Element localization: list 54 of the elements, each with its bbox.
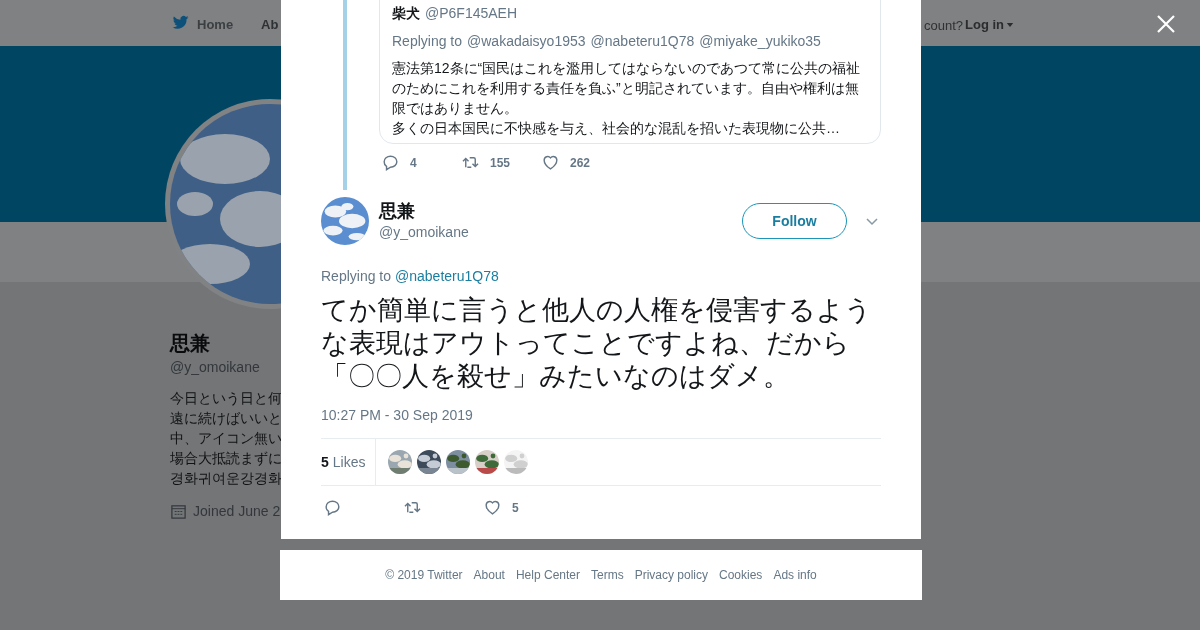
profile-handle: @y_omoikane [170,358,260,377]
close-icon[interactable] [1156,14,1176,34]
chevron-icon [865,216,879,226]
author-avatar[interactable] [321,197,369,245]
tweet-text: 憲法第12条に“国民はこれを濫用してはならないのであつて常に公共の福祉のためにこれを利用する責任を負ふ”と明記されています。自由や権利は無限ではありません。 [392,59,862,118]
tweet-text: 多くの日本国民に不快感を与え、社会的な混乱を招いた表現物に公共… [392,119,841,138]
like-button[interactable]: 5 [483,498,563,517]
more-options-button[interactable] [865,216,879,226]
footer-link[interactable]: About [473,567,505,583]
bird-logo-icon [170,13,191,32]
mention-link[interactable]: @nabeteru1Q78 [590,31,695,52]
replying-label: Replying to [321,267,392,286]
footer-link[interactable]: Help Center [515,567,580,583]
reply-icon [323,498,342,517]
joined-date: Joined June 2 [193,502,281,521]
mention-link[interactable]: @nabeteru1Q78 [395,266,499,287]
author-name: 柴犬 [392,4,420,23]
tweet-text: てか簡単に言うと他人の人権を侵害するような表現はアウトってことですよね、だから「〇〇人を殺せ」みたいなのはダメ。 [321,294,873,393]
footer-link[interactable]: Terms [591,567,624,583]
footer-link[interactable]: Cookies [719,567,763,583]
replying-label: Replying to [392,32,463,51]
bio-text: 今日という日と何 [170,389,282,408]
profile-name: 思兼 [170,331,210,356]
heart-icon [541,153,560,172]
nav-link[interactable]: Ab [261,15,279,35]
likes-count-link[interactable]: 5 Likes [321,439,377,485]
author-handle: @y_omoikane [379,223,469,242]
account-prompt: count? [924,17,964,35]
mention-link[interactable]: @miyake_yukiko35 [699,31,821,52]
footer-link[interactable]: Privacy policy [634,567,708,583]
reply-button[interactable]: 4 [381,153,461,172]
author-handle: @P6F145AEH [425,4,518,23]
footer-link[interactable]: Ads info [773,567,817,583]
quoted-tweet-card[interactable]: 柴犬 @P6F145AEH Replying to @wakadaisyo1953 @nabeteru1Q78 @miyake_yukiko35 憲法第12条に“国民はこれを濫用してはならないのであつて常に公共の福祉のためにこれを利用する責任を負ふ”と明記されています。自由や権利は無限ではありません。 多くの日本国民に不快感を与え、社会的な混乱を招いた表現物に公共… [379,0,881,144]
liker-avatar[interactable] [388,450,413,474]
liker-avatar[interactable] [417,450,442,474]
bio-text: 場合大抵読まずに [170,449,282,468]
calendar-icon [170,503,187,520]
caret-icon [1006,21,1014,28]
reply-icon [381,153,400,172]
home-link[interactable]: Home [197,15,234,35]
liker-avatar[interactable] [446,450,471,474]
login-link[interactable]: Log in [965,15,1014,35]
author-name: 思兼 [379,200,416,222]
tweet-timestamp: 10:27 PM - 30 Sep 2019 [321,406,474,425]
bio-text: 경화귀여운강경화 [170,469,282,488]
copyright-text: © 2019 Twitter [385,567,463,583]
heart-icon [483,498,502,517]
mention-link[interactable]: @wakadaisyo1953 [467,31,586,52]
like-button[interactable]: 262 [541,153,621,172]
liker-avatar[interactable] [475,450,500,474]
retweet-button[interactable]: 155 [461,153,541,172]
bio-text: 中、アイコン無い [170,429,282,448]
bio-text: 遠に続けばいいと [170,409,282,428]
